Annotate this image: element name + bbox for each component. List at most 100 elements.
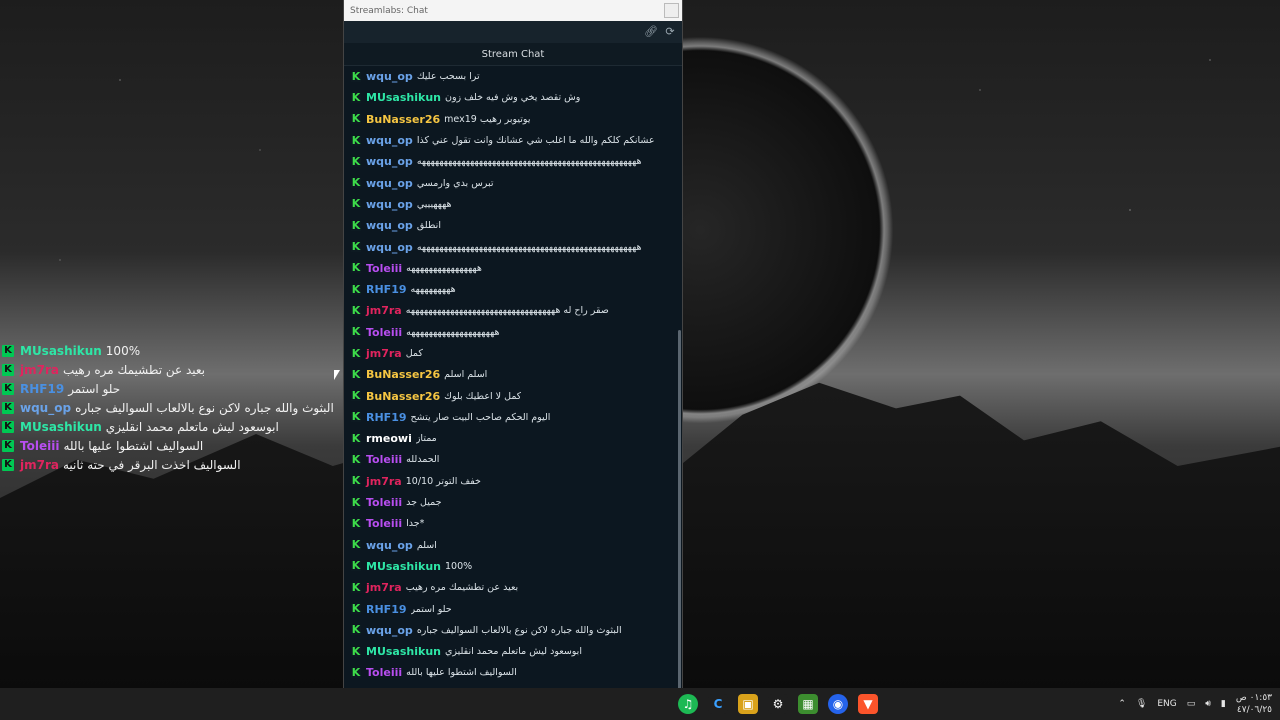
chat-text: هههههههههههههههههههههههههههههههههههههههه… — [416, 241, 642, 253]
chat-username[interactable]: Toleiii — [366, 496, 402, 509]
chat-text: جدا* — [406, 518, 425, 530]
moderator-badge-icon: K — [2, 439, 14, 452]
chat-username[interactable]: RHF19 — [366, 411, 407, 424]
brave-icon[interactable]: ▼ — [858, 694, 878, 714]
chat-text: وش تقصد يخي وش فيه خلف زون — [444, 92, 581, 104]
settings-icon[interactable]: ⚙ — [768, 694, 788, 714]
nvidia-icon[interactable]: ▦ — [798, 694, 818, 714]
chat-username[interactable]: jm7ra — [366, 304, 402, 317]
streamlabs-chat-window: Streamlabs: Chat 🔗︎ ⟳ Stream Chat Kwqu_o… — [343, 0, 683, 720]
chat-username[interactable]: Toleiii — [366, 666, 402, 679]
chat-message: Kwqu_op ترا بسحب عليك — [344, 66, 674, 87]
moderator-badge-icon: K — [2, 363, 14, 376]
chat-username[interactable]: wqu_op — [366, 134, 413, 147]
chat-username[interactable]: BuNasser26 — [366, 113, 440, 126]
overlay-username: RHF19 — [20, 381, 65, 396]
overlay-text: 100% — [105, 343, 141, 358]
chat-text: جميل جد — [406, 497, 442, 509]
chat-username[interactable]: rmeowi — [366, 432, 412, 445]
moderator-badge-icon: K — [351, 602, 361, 616]
chat-text: انطلق — [416, 220, 441, 232]
volume-icon[interactable]: 🔊︎ — [1205, 699, 1211, 709]
overlay-chat-line: K MUsashikun 100% — [2, 341, 332, 360]
chat-username[interactable]: RHF19 — [366, 283, 407, 296]
link-icon[interactable]: 🔗︎ — [644, 26, 658, 38]
moderator-badge-icon: K — [351, 303, 361, 317]
moderator-badge-icon: K — [351, 431, 361, 445]
overlay-text: ابوسعود ليش ماتعلم محمد انقليزي — [105, 419, 279, 434]
moderator-badge-icon: K — [2, 458, 14, 471]
chat-text: ههههههههههههههههههههه — [406, 326, 500, 338]
chat-username[interactable]: wqu_op — [366, 219, 413, 232]
moderator-badge-icon: K — [2, 344, 14, 357]
chat-username[interactable]: jm7ra — [366, 475, 402, 488]
close-button[interactable] — [664, 3, 679, 18]
app-icon[interactable]: ◉ — [828, 694, 848, 714]
window-titlebar[interactable]: Streamlabs: Chat — [344, 0, 682, 21]
chat-username[interactable]: Toleiii — [366, 262, 402, 275]
chat-message: Kwqu_op ههههههههههههههههههههههههههههههههه… — [344, 151, 674, 172]
chat-scrollbar[interactable] — [678, 330, 681, 690]
network-icon[interactable]: ▭ — [1187, 699, 1196, 709]
chat-message: Kwqu_op تبرس بدي وارمسي — [344, 172, 674, 193]
chat-username[interactable]: wqu_op — [366, 241, 413, 254]
chat-username[interactable]: wqu_op — [366, 624, 413, 637]
battery-icon[interactable]: ▮ — [1221, 699, 1226, 709]
chat-text: ترا بسحب عليك — [416, 71, 480, 83]
overlay-chat-line: Kjm7ra بعيد عن تطشيمك مره رهيب — [2, 360, 332, 379]
chat-text: 100% — [444, 560, 473, 572]
chat-username[interactable]: jm7ra — [366, 347, 402, 360]
chat-username[interactable]: Toleiii — [366, 517, 402, 530]
chat-username[interactable]: BuNasser26 — [366, 390, 440, 403]
chat-message: Kwqu_op انطلق — [344, 215, 674, 236]
chat-username[interactable]: wqu_op — [366, 155, 413, 168]
chat-text: السواليف اشتطوا عليها بالله — [406, 667, 517, 679]
chat-message: K Toleiii جميل جد — [344, 492, 674, 513]
moderator-badge-icon: K — [351, 644, 361, 658]
chat-message: K MUsashikun وش تقصد يخي وش فيه خلف زون — [344, 87, 674, 108]
chat-text: ابوسعود ليش ماتعلم محمد انقليزي — [444, 646, 582, 658]
overlay-username: MUsashikun — [20, 419, 102, 434]
chat-text: الحمدلله — [406, 454, 440, 466]
moderator-badge-icon: K — [351, 452, 361, 466]
store-icon[interactable]: ▣ — [738, 694, 758, 714]
spotify-icon[interactable]: ♫ — [678, 694, 698, 714]
chevron-up-icon[interactable]: ⌃ — [1118, 699, 1126, 709]
clock[interactable]: ٠١:٥٣ ص ٤٧/٠٦/٢٥ — [1236, 692, 1272, 716]
chat-username[interactable]: MUsashikun — [366, 91, 441, 104]
refresh-icon[interactable]: ⟳ — [664, 26, 676, 38]
chat-username[interactable]: wqu_op — [366, 539, 413, 552]
chat-text: البثوث والله جباره لاكن نوع بالالعاب الس… — [416, 624, 622, 636]
chat-username[interactable]: Toleiii — [366, 326, 402, 339]
overlay-text: البثوث والله جباره لاكن نوع بالالعاب الس… — [75, 400, 334, 415]
moderator-badge-icon: K — [2, 382, 14, 395]
browser-icon[interactable]: C — [708, 694, 728, 714]
overlay-chat-line: K Toleiii السواليف اشتطوا عليها بالله — [2, 436, 332, 455]
overlay-chat-line: K RHF19 حلو استمر — [2, 379, 332, 398]
chat-username[interactable]: wqu_op — [366, 70, 413, 83]
chat-message-list[interactable]: Kwqu_op ترا بسحب عليك K MUsashikun وش تقصد ي… — [344, 65, 674, 720]
overlay-username: jm7ra — [20, 362, 59, 377]
chat-username[interactable]: wqu_op — [366, 198, 413, 211]
chat-message: Kwqu_op ههههههههههههههههههههههههههههههههه… — [344, 236, 674, 257]
chat-message: Kjm7ra كمل — [344, 343, 674, 364]
tab-stream-chat[interactable]: Stream Chat — [344, 43, 682, 66]
language-indicator[interactable]: ENG — [1157, 699, 1176, 709]
system-tray: ⌃ 🎙︎ ENG ▭ 🔊︎ ▮ ٠١:٥٣ ص ٤٧/٠٦/٢٥ — [1118, 688, 1272, 720]
moderator-badge-icon: K — [351, 474, 361, 488]
chat-toolbar: 🔗︎ ⟳ — [344, 21, 682, 43]
chat-text: اليوم الحكم صاحب البيت صار يتشح — [410, 411, 551, 423]
chat-username[interactable]: wqu_op — [366, 177, 413, 190]
chat-username[interactable]: jm7ra — [366, 581, 402, 594]
chat-username[interactable]: BuNasser26 — [366, 368, 440, 381]
moderator-badge-icon: K — [351, 90, 361, 104]
chat-message: K BuNasser26 اسلم اسلم — [344, 364, 674, 385]
overlay-text: حلو استمر — [68, 381, 121, 396]
chat-username[interactable]: MUsashikun — [366, 560, 441, 573]
chat-username[interactable]: RHF19 — [366, 603, 407, 616]
chat-username[interactable]: MUsashikun — [366, 645, 441, 658]
chat-username[interactable]: Toleiii — [366, 453, 402, 466]
microphone-icon[interactable]: 🎙︎ — [1136, 699, 1147, 709]
chat-text: صقر راح له ههههههههههههههههههههههههههههه… — [405, 305, 609, 317]
moderator-badge-icon: K — [351, 325, 361, 339]
